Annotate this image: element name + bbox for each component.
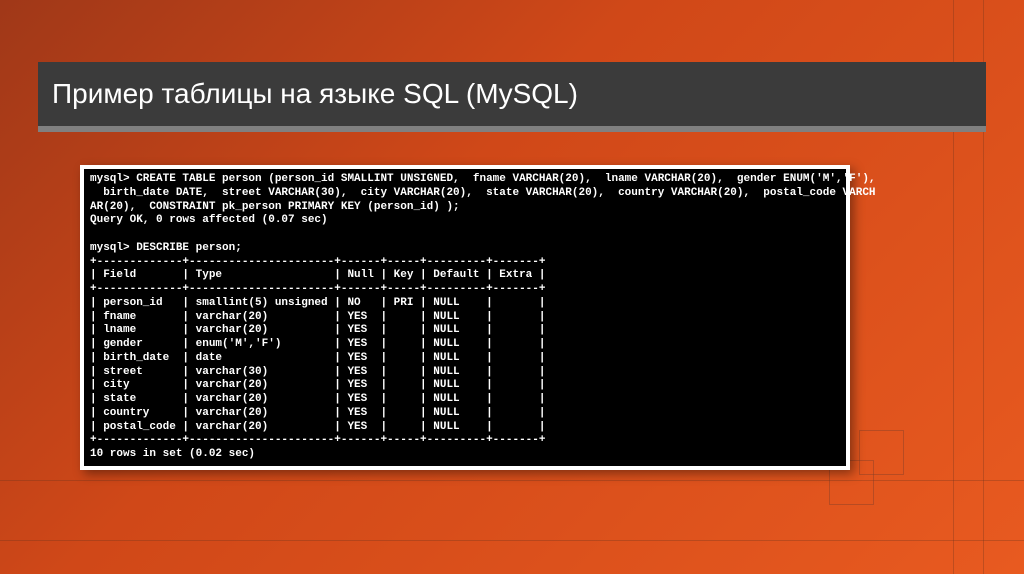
decor-line (0, 540, 1024, 541)
slide-title: Пример таблицы на языке SQL (MySQL) (52, 78, 578, 110)
terminal-output: mysql> CREATE TABLE person (person_id SM… (84, 169, 846, 466)
slide-title-bar: Пример таблицы на языке SQL (MySQL) (38, 62, 986, 132)
terminal-window: mysql> CREATE TABLE person (person_id SM… (80, 165, 850, 470)
